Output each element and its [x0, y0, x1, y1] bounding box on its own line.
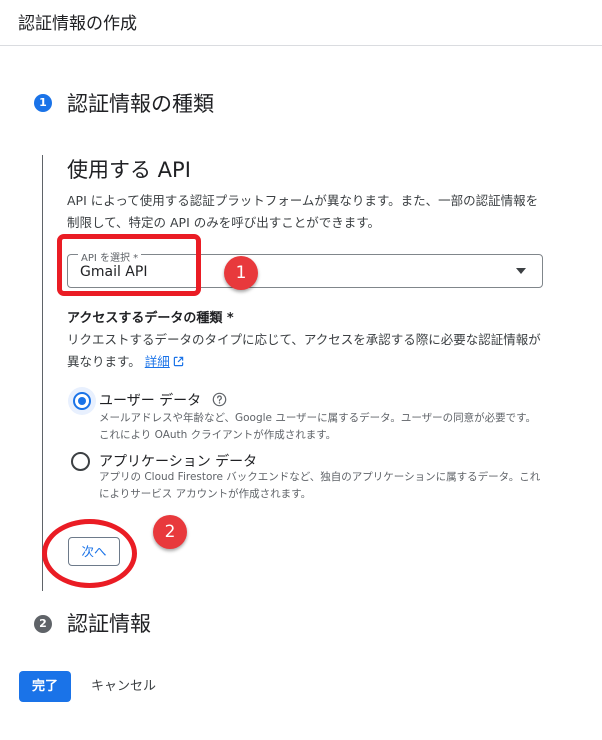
arrow-drop-down-icon [516, 268, 526, 274]
data-type-description: リクエストするデータのタイプに応じて、アクセスを承認する際に必要な認証情報が異な… [67, 332, 541, 369]
step-1-title: 認証情報の種類 [67, 92, 214, 116]
annotation-highlight-ellipse [42, 519, 137, 588]
data-type-title: アクセスするデータの種類 * [67, 311, 234, 326]
application-data-label: アプリケーション データ [99, 454, 258, 470]
api-section-title: 使用する API [67, 158, 191, 182]
cancel-button[interactable]: キャンセル [83, 671, 164, 702]
data-type-description-block: リクエストするデータのタイプに応じて、アクセスを承認する際に必要な認証情報が異な… [67, 329, 547, 374]
annotation-number-2: 2 [153, 515, 187, 549]
application-data-description: アプリの Cloud Firestore バックエンドなど、独自のアプリケーショ… [99, 471, 541, 500]
learn-more-link[interactable]: 詳細 [145, 354, 170, 369]
user-data-label: ユーザー データ [99, 393, 202, 409]
page-title: 認証情報の作成 [18, 14, 137, 34]
annotation-number-1: 1 [224, 256, 258, 290]
open-in-new-icon [173, 352, 184, 374]
application-data-radio[interactable] [71, 452, 90, 471]
annotation-highlight-rectangle [57, 234, 201, 296]
step-2-badge: 2 [34, 615, 52, 633]
learn-more-label: 詳細 [144, 354, 170, 369]
api-section-description: API によって使用する認証プラットフォームが異なります。また、一部の認証情報を… [67, 193, 539, 230]
step-2-title: 認証情報 [67, 612, 151, 636]
user-data-radio[interactable] [73, 392, 91, 410]
page-header: 認証情報の作成 [0, 0, 602, 46]
radio-selected-dot [78, 397, 86, 405]
step-rail [42, 155, 43, 591]
step-1-badge: 1 [34, 94, 52, 112]
done-button[interactable]: 完了 [19, 671, 71, 702]
user-data-description: メールアドレスや年齢など、Google ユーザーに属するデータ。ユーザーの同意が… [99, 412, 537, 441]
help-circle-icon[interactable] [212, 392, 227, 411]
